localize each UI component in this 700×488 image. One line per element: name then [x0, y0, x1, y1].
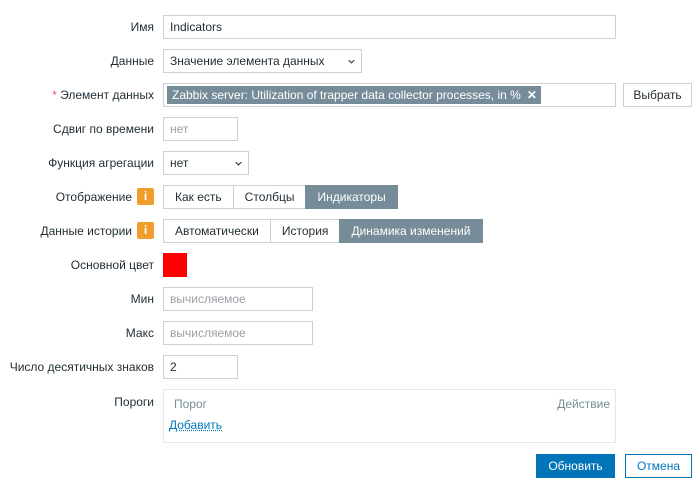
- decimals-input[interactable]: 2: [163, 355, 238, 379]
- history-option-history[interactable]: История: [269, 219, 341, 243]
- chevron-down-icon: [235, 161, 242, 166]
- data-select[interactable]: Значение элемента данных: [163, 49, 362, 73]
- action-column-header: Действие: [557, 397, 610, 411]
- history-option-trends[interactable]: Динамика изменений: [339, 219, 483, 243]
- history-segmented: Автоматически История Динамика изменений: [163, 219, 483, 243]
- cancel-button[interactable]: Отмена: [625, 454, 692, 478]
- thresholds-label: Пороги: [114, 395, 154, 409]
- chevron-down-icon: [348, 59, 355, 64]
- item-label-text: Элемент данных: [60, 88, 154, 102]
- name-label: Имя: [130, 20, 154, 34]
- data-select-value: Значение элемента данных: [170, 54, 325, 68]
- display-option-as-is[interactable]: Как есть: [163, 185, 234, 209]
- max-label: Макс: [125, 326, 154, 340]
- min-input[interactable]: вычисляемое: [163, 287, 313, 311]
- history-option-auto[interactable]: Автоматически: [163, 219, 271, 243]
- min-label: Мин: [130, 292, 154, 306]
- info-icon[interactable]: i: [137, 188, 154, 205]
- color-swatch[interactable]: [163, 253, 187, 277]
- display-option-indicators[interactable]: Индикаторы: [305, 185, 398, 209]
- data-label: Данные: [110, 54, 154, 68]
- threshold-column-header: Порог: [174, 397, 208, 411]
- time-shift-label: Сдвиг по времени: [53, 122, 154, 136]
- item-tag-label: Zabbix server: Utilization of trapper da…: [172, 88, 521, 102]
- aggregation-select-value: нет: [170, 156, 189, 170]
- select-item-button[interactable]: Выбрать: [623, 83, 692, 107]
- item-multiselect[interactable]: Zabbix server: Utilization of trapper da…: [163, 83, 616, 107]
- thresholds-table: Порог Действие Добавить: [163, 389, 616, 443]
- time-shift-input[interactable]: нет: [163, 117, 238, 141]
- base-color-label: Основной цвет: [70, 258, 154, 272]
- add-threshold-link[interactable]: Добавить: [169, 418, 222, 432]
- remove-icon[interactable]: ✕: [527, 86, 537, 104]
- required-mark: *: [52, 88, 57, 102]
- aggregation-label: Функция агрегации: [48, 156, 154, 170]
- info-icon[interactable]: i: [137, 222, 154, 239]
- aggregation-select[interactable]: нет: [163, 151, 249, 175]
- max-input[interactable]: вычисляемое: [163, 321, 313, 345]
- item-label: * Элемент данных: [52, 88, 154, 102]
- display-segmented: Как есть Столбцы Индикаторы: [163, 185, 398, 209]
- decimals-label: Число десятичных знаков: [9, 360, 154, 374]
- update-button[interactable]: Обновить: [536, 454, 615, 478]
- history-label: Данные истории: [40, 224, 132, 238]
- display-option-bars[interactable]: Столбцы: [232, 185, 307, 209]
- item-tag: Zabbix server: Utilization of trapper da…: [167, 86, 541, 104]
- display-label: Отображение: [55, 190, 132, 204]
- name-input[interactable]: Indicators: [163, 15, 616, 39]
